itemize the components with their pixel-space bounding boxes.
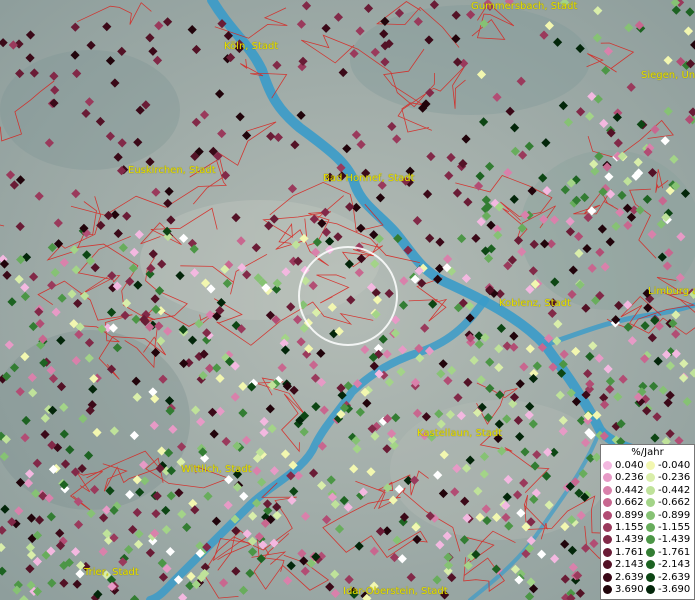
city-label-koblenz: Koblenz, Stadt — [499, 298, 572, 309]
city-label-euskirchen: Euskirchen, Stadt — [128, 165, 216, 176]
legend-swatch — [646, 523, 655, 532]
city-label-trier: Trier, Stadt — [84, 567, 139, 578]
legend-entry-neg: -2.143 — [646, 559, 690, 570]
city-label-wittlich: Wittlich, Stadt — [181, 464, 252, 475]
legend-label: 3.690 — [615, 584, 644, 595]
legend-entry-pos: 0.040 — [603, 460, 644, 471]
legend-label: 1.155 — [615, 522, 644, 533]
legend-swatch — [646, 572, 655, 582]
legend-entry-neg: -1.761 — [646, 547, 690, 558]
legend-entry-neg: -1.439 — [646, 534, 690, 545]
legend-swatch — [603, 547, 612, 557]
legend-entry-neg: -0.662 — [646, 497, 690, 508]
city-label-limburg: Limburg a — [648, 286, 695, 297]
city-label-idar-oberstein: Idar-Oberstein, Stadt — [343, 586, 448, 597]
legend-swatch — [603, 523, 612, 532]
city-label-koeln: Köln, Stadt — [224, 41, 279, 52]
legend-entry-pos: 2.639 — [603, 572, 644, 583]
legend-swatch — [646, 547, 655, 557]
legend-title: %/Jahr — [631, 447, 664, 458]
legend-swatch — [603, 498, 612, 508]
legend-swatch — [646, 560, 655, 570]
legend-swatch — [603, 473, 612, 483]
legend-swatch — [646, 473, 655, 483]
legend-label: 2.143 — [615, 559, 644, 571]
legend-entry-neg: -0.899 — [646, 510, 690, 521]
legend-swatch — [603, 560, 612, 570]
legend-entry-neg: -3.690 — [646, 584, 690, 595]
map-canvas[interactable] — [0, 0, 695, 600]
legend-label: -0.236 — [658, 472, 691, 484]
legend-entry-neg: -2.639 — [646, 572, 690, 583]
legend-swatch — [603, 572, 612, 582]
legend-label: -0.899 — [658, 509, 691, 521]
legend-swatch — [646, 535, 655, 545]
legend-label: 2.639 — [615, 571, 644, 583]
legend-label: -0.662 — [658, 497, 691, 509]
legend-entry-pos: 0.442 — [603, 485, 644, 496]
legend-label: 0.236 — [615, 472, 644, 484]
legend-swatch — [646, 585, 655, 594]
legend-swatch — [646, 485, 655, 495]
legend-label: 0.899 — [615, 509, 644, 521]
legend-swatch — [603, 485, 612, 495]
legend-entry-pos: 1.761 — [603, 547, 644, 558]
legend-label: -0.442 — [658, 484, 691, 496]
legend-swatch — [646, 461, 655, 470]
city-label-kastellaun: Kastellaun, Stadt — [417, 428, 503, 439]
legend-entry-pos: 0.236 — [603, 472, 644, 483]
city-label-siegen: Siegen, Un — [641, 70, 695, 81]
legend-entry-pos: 0.899 — [603, 510, 644, 521]
legend-entry-pos: 3.690 — [603, 584, 644, 595]
legend-label: 0.040 — [615, 460, 644, 471]
legend-label: 1.439 — [615, 534, 644, 546]
legend-label: -0.040 — [658, 460, 691, 471]
legend-entry-pos: 0.662 — [603, 497, 644, 508]
legend-entry-neg: -1.155 — [646, 522, 690, 533]
legend-label: 0.442 — [615, 484, 644, 496]
legend-entry-pos: 1.155 — [603, 522, 644, 533]
legend-label: -2.143 — [658, 559, 691, 571]
legend-swatch — [603, 461, 612, 470]
city-label-gummersbach: Gummersbach, Stadt — [471, 1, 578, 12]
city-label-bad-honnef: Bad Honnef, Stadt — [323, 173, 415, 184]
legend-swatch — [603, 535, 612, 545]
legend-swatch — [603, 585, 612, 594]
legend-label: 1.761 — [615, 546, 644, 558]
legend-label: -1.761 — [658, 546, 691, 558]
legend-swatch — [603, 510, 612, 520]
legend-entry-pos: 2.143 — [603, 559, 644, 570]
legend-label: -1.155 — [658, 522, 691, 533]
legend-label: -3.690 — [658, 584, 691, 595]
legend-panel: %/Jahr 0.040 -0.040 0.236 -0.236 0.442 -0.442… — [600, 444, 695, 600]
legend-label: -1.439 — [658, 534, 691, 546]
legend-entry-pos: 1.439 — [603, 534, 644, 545]
legend-label: 0.662 — [615, 497, 644, 509]
legend-entry-neg: -0.442 — [646, 485, 690, 496]
legend-label: -2.639 — [658, 571, 691, 583]
legend-swatch — [646, 510, 655, 520]
legend-entry-neg: -0.040 — [646, 460, 690, 471]
legend-entry-neg: -0.236 — [646, 472, 690, 483]
legend-swatch — [646, 498, 655, 508]
